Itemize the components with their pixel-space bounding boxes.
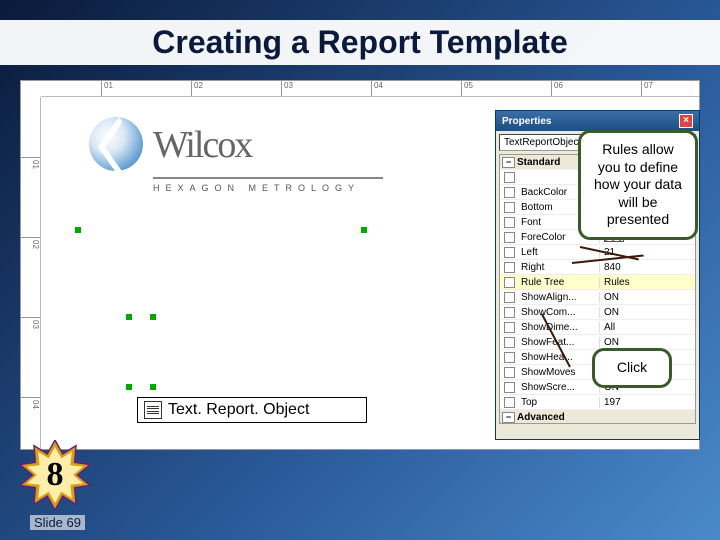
property-checkbox[interactable] [504, 367, 515, 378]
property-value[interactable]: 21 [599, 247, 695, 258]
callout-click: Click [592, 348, 672, 388]
property-checkbox[interactable] [504, 262, 515, 273]
property-value[interactable]: All [599, 322, 695, 333]
property-value[interactable]: ON [599, 292, 695, 303]
property-row[interactable]: ShowFeat...ON [500, 335, 695, 350]
properties-titlebar[interactable]: Properties × [496, 111, 699, 131]
logo-badge-icon [89, 117, 143, 171]
ruler-tick: 02 [191, 81, 203, 96]
ruler-tick: 01 [101, 81, 113, 96]
property-row[interactable]: ShowAlign...ON [500, 290, 695, 305]
section-label: Advanced [517, 412, 565, 423]
property-checkbox[interactable] [504, 277, 515, 288]
property-value[interactable]: 840 [599, 262, 695, 273]
property-name: ShowMoves [519, 367, 599, 378]
ruler-tick: 03 [281, 81, 293, 96]
property-value[interactable]: Rules [599, 277, 695, 288]
object-selector-value: TextReportObject1 [504, 137, 587, 148]
property-checkbox[interactable] [504, 322, 515, 333]
text-report-object-label-box: Text. Report. Object [137, 397, 367, 423]
ruler-vertical: 01 02 03 04 [21, 97, 41, 449]
property-name: ShowAlign... [519, 292, 599, 303]
property-value[interactable]: 197 [599, 397, 695, 408]
property-row[interactable]: Right840 [500, 260, 695, 275]
section-advanced[interactable]: − Advanced [500, 410, 695, 424]
ruler-tick: 06 [551, 81, 563, 96]
selection-handle[interactable] [126, 314, 132, 320]
property-checkbox[interactable] [504, 397, 515, 408]
logo-subtitle: HEXAGON METROLOGY [153, 177, 383, 193]
slide-number: Slide 69 [30, 515, 85, 530]
selection-handle[interactable] [150, 314, 156, 320]
property-checkbox[interactable] [504, 307, 515, 318]
text-report-object-label: Text. Report. Object [168, 401, 309, 419]
close-icon[interactable]: × [679, 114, 693, 128]
property-value[interactable]: ON [599, 307, 695, 318]
property-checkbox[interactable] [504, 382, 515, 393]
object-selection-box[interactable] [129, 317, 153, 387]
selection-handle[interactable] [126, 384, 132, 390]
collapse-icon[interactable]: − [502, 157, 515, 168]
ruler-vtick: 02 [21, 237, 40, 249]
property-row[interactable]: Top197 [500, 395, 695, 410]
property-checkbox[interactable] [504, 292, 515, 303]
property-name: ShowCom... [519, 307, 599, 318]
properties-title-text: Properties [502, 116, 551, 127]
property-checkbox[interactable] [504, 232, 515, 243]
property-checkbox[interactable] [504, 217, 515, 228]
ruler-horizontal: 01 02 03 04 05 06 07 [41, 81, 699, 97]
property-row[interactable]: Left21 [500, 245, 695, 260]
property-checkbox[interactable] [504, 187, 515, 198]
ruler-vtick: 03 [21, 317, 40, 329]
property-checkbox[interactable] [504, 352, 515, 363]
selection-handle[interactable] [75, 227, 81, 233]
property-checkbox[interactable] [504, 172, 515, 183]
logo-wordmark: Wilcox [153, 123, 251, 167]
property-row[interactable]: ShowDime...All [500, 320, 695, 335]
property-name: Right [519, 262, 599, 273]
callout-rules: Rules allow you to define how your data … [578, 130, 698, 240]
property-row[interactable]: ShowCom...ON [500, 305, 695, 320]
ruler-tick: 05 [461, 81, 473, 96]
ruler-vtick: 04 [21, 397, 40, 409]
property-name: Rule Tree [519, 277, 599, 288]
ruler-tick: 04 [371, 81, 383, 96]
property-checkbox[interactable] [504, 337, 515, 348]
property-row[interactable]: Rule TreeRules [500, 275, 695, 290]
property-name: Top [519, 397, 599, 408]
section-label: Standard [517, 157, 560, 168]
text-lines-icon [144, 401, 162, 419]
ruler-vtick: 01 [21, 157, 40, 169]
collapse-icon[interactable]: − [502, 412, 515, 423]
step-number: 8 [20, 440, 90, 510]
property-name: ShowDime... [519, 322, 599, 333]
ruler-tick: 07 [641, 81, 653, 96]
property-checkbox[interactable] [504, 202, 515, 213]
property-name: ShowHea... [519, 352, 599, 363]
property-value[interactable]: ON [599, 337, 695, 348]
step-badge: 8 [20, 440, 90, 510]
company-logo: Wilcox HEXAGON METROLOGY [89, 113, 349, 213]
property-checkbox[interactable] [504, 247, 515, 258]
selection-handle[interactable] [361, 227, 367, 233]
selection-handle[interactable] [150, 384, 156, 390]
property-name: ShowScre... [519, 382, 599, 393]
slide-title: Creating a Report Template [0, 20, 720, 65]
